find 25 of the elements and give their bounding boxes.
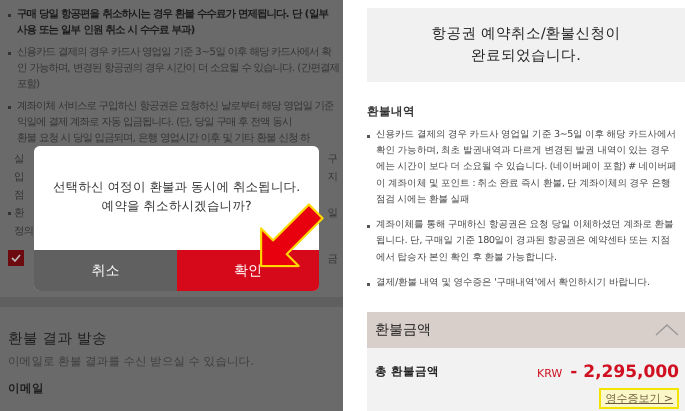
refund-amount: - 2,295,000 [570,362,679,382]
notice-text: 환 [14,206,24,221]
notice-text: 신용카드 결제의 경우 카드사 영업일 기준 3~5일 이후 해당 카드사에서 확인 가능하며, 최초 발권내역과 다르게 변경된 발권 내역이 있는 경우에는 시간이 보다 더 소요될 수 있습니다. (네이버페이 포함) # 네이버페이 계좌이체 및 포인트 : 취소 완료 즉시 환불, 단 계좌이체의 경우 은행 점검 시에는 환불 실패 [376,128,677,207]
completion-banner: 항공권 예약취소/환불신청이 완료되었습니다. [367,8,685,82]
section-title: 환불 결과 발송 [8,330,108,348]
accordion-title: 환불금액 [375,321,431,340]
accordion-header[interactable]: 환불금액 [367,312,685,348]
currency-code: KRW [537,366,562,380]
chevron-icon [655,324,679,336]
agree-checkbox[interactable] [8,250,24,266]
section-title: 환불내역 [367,104,416,119]
notice-text: 지 [328,170,337,185]
notice-text: 구매 당일 항공편을 취소하시는 경우 환불 수수료가 면제됩니다. 단 (일부 사용 또는 일부 인원 취소 시 수수료 부과) [17,7,330,38]
notice-text: 정의 [14,224,33,239]
notice-text: 실 [14,152,24,167]
field-label: 이메일 [8,381,45,396]
amount-label: 총 환불금액 [375,364,440,380]
cancel-button[interactable]: 취소 [34,250,176,291]
confirm-button[interactable]: 확인 [176,250,319,291]
dialog-message: 선택하신 여정이 환불과 동시에 취소됩니다. 예약을 취소하시겠습니까? [53,178,300,215]
check-icon [11,254,21,262]
notice-text: 결제/환불 내역 및 영수증은 '구매내역'에서 확인하시기 바랍니다. [376,276,650,290]
receipt-link[interactable]: 영수증보기 > [599,388,679,409]
notice-text: 구 [328,152,337,167]
notice-text: 계좌이체를 통해 구매하신 항공권은 요청 당일 이체하셨던 계좌로 환불됩니다. 단, 구매일 기준 180일이 경과된 항공권은 예약센타 또는 지점에서 탑승자 본인 확인 후 환불 가능합니다. [376,218,675,265]
